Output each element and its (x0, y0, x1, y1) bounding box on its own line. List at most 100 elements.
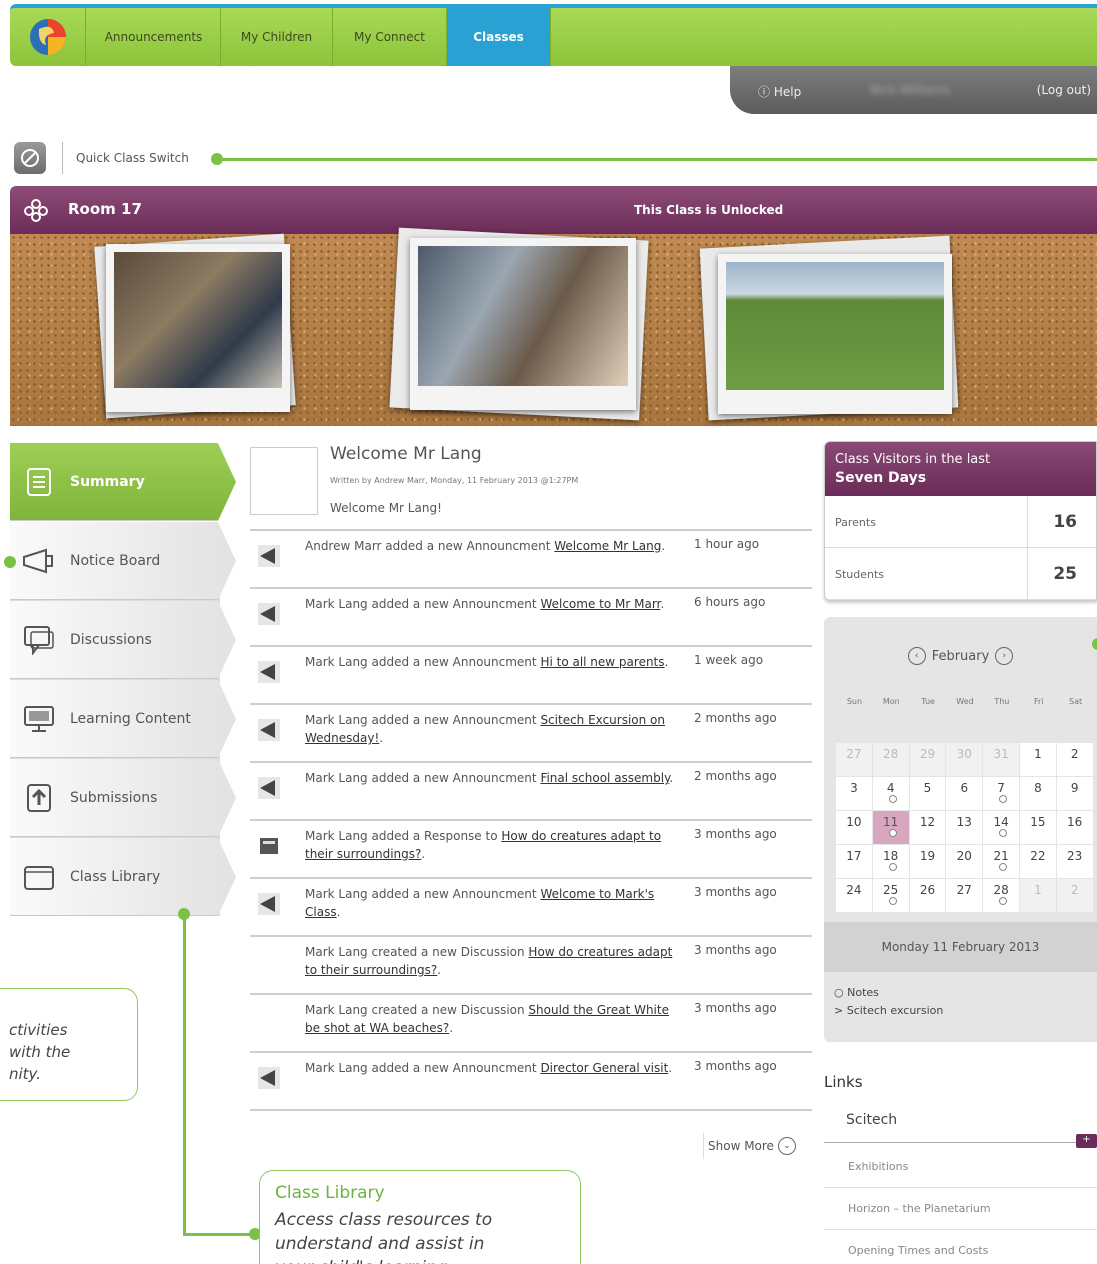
calendar-day[interactable]: 30 (946, 743, 983, 776)
class-lock-status: This Class is Unlocked (634, 203, 784, 217)
calendar-day[interactable]: 25 (872, 879, 909, 912)
feed-link[interactable]: Director General visit (540, 1061, 668, 1075)
calendar-day[interactable]: 14 (983, 811, 1019, 844)
calendar-day[interactable]: 20 (946, 845, 983, 878)
calendar-day[interactable]: 7 (983, 777, 1019, 810)
feed-item: Mark Lang added a Response to How do cre… (250, 821, 812, 879)
calendar-day[interactable]: 2 (1056, 879, 1093, 912)
calendar-day[interactable]: 31 (983, 743, 1019, 776)
calendar-day[interactable]: 29 (909, 743, 946, 776)
feed-link[interactable]: Hi to all new parents (540, 655, 664, 669)
day-number: 30 (956, 747, 972, 761)
sidebar-item-submissions[interactable]: Submissions (10, 759, 236, 837)
feed-item: Mark Lang added a new Announcment Hi to … (250, 647, 812, 705)
user-bar: ⓘ Help Nick Williams (Log out) (730, 66, 1097, 114)
feed-link[interactable]: Welcome Mr Lang (554, 539, 661, 553)
previous-month-icon[interactable]: ‹ (907, 647, 926, 665)
calendar-day[interactable]: 27 (836, 743, 872, 776)
announcement-icon (257, 892, 281, 916)
quick-switch-label[interactable]: Quick Class Switch (76, 151, 189, 165)
weekday-label: Sun (846, 697, 863, 706)
day-number: 20 (956, 849, 972, 863)
day-number: 25 (883, 883, 899, 897)
day-number: 28 (883, 747, 899, 761)
tab-my-connect[interactable]: My Connect (333, 8, 447, 66)
folder-icon (22, 860, 56, 894)
calendar-day[interactable]: 17 (836, 845, 872, 878)
post-title[interactable]: Welcome Mr Lang (330, 444, 482, 464)
announcement-icon (257, 718, 281, 742)
tab-my-children[interactable]: My Children (221, 8, 333, 66)
calendar-day[interactable]: 16 (1056, 811, 1093, 844)
calendar-day[interactable]: 2 (1056, 743, 1093, 776)
calendar-day[interactable]: 3 (836, 777, 872, 810)
tab-announcements[interactable]: Announcements (87, 8, 221, 66)
show-more-button[interactable]: Show More ⌄ (703, 1133, 811, 1159)
link-item[interactable]: Horizon – the Planetarium (824, 1188, 1097, 1230)
feed-text: Mark Lang added a new Announcment Direct… (305, 1059, 680, 1077)
feed-text: Mark Lang added a new Announcment Hi to … (305, 653, 680, 671)
calendar-day[interactable]: 8 (1019, 777, 1056, 810)
calendar-day[interactable]: 28 (872, 743, 909, 776)
feed-text-prefix: Mark Lang added a new Announcment (305, 597, 541, 611)
day-number: 21 (993, 849, 1009, 863)
document-icon (22, 465, 56, 499)
class-photo-board (10, 227, 1097, 426)
calendar-day[interactable]: 1 (1019, 879, 1056, 912)
day-number: 6 (960, 781, 969, 795)
author-avatar (250, 447, 318, 515)
sidebar-item-discussions[interactable]: Discussions (10, 601, 236, 679)
calendar-day[interactable]: 18 (872, 845, 909, 878)
event-marker-icon (999, 795, 1008, 803)
calendar-day[interactable]: 1 (1019, 743, 1056, 776)
tab-classes[interactable]: Classes (447, 8, 551, 66)
sidebar-item-learning-content[interactable]: Learning Content (10, 680, 236, 758)
calendar-day[interactable]: 27 (946, 879, 983, 912)
notes-item[interactable]: ○ Notes (834, 984, 943, 1002)
feed-text-suffix: . (379, 731, 384, 745)
next-month-icon[interactable]: › (995, 647, 1014, 665)
day-number: 11 (883, 815, 899, 829)
app-logo[interactable] (10, 8, 86, 66)
feed-text-suffix: . (664, 655, 669, 669)
feed-text-prefix: Mark Lang added a new Announcment (305, 771, 541, 785)
link-item[interactable]: Exhibitions (824, 1146, 1097, 1188)
switch-icon (21, 149, 39, 167)
feed-time: 1 hour ago (694, 537, 760, 551)
quick-switch-button[interactable] (14, 142, 46, 174)
event-item[interactable]: > Scitech excursion (834, 1002, 943, 1020)
weekday-label: Sat (1069, 697, 1083, 706)
callout-notice-board: ctivities with the nity. (0, 988, 138, 1101)
feed-text-prefix: Mark Lang added a new Announcment (305, 713, 541, 727)
calendar-day[interactable]: 9 (1056, 777, 1093, 810)
calendar-day[interactable]: 23 (1056, 845, 1093, 878)
calendar-day[interactable]: 22 (1019, 845, 1056, 878)
sidebar-item-summary[interactable]: Summary (10, 443, 236, 521)
feed-text: Mark Lang added a new Announcment Scitec… (305, 711, 680, 747)
feed-link[interactable]: Welcome to Mr Marr (540, 597, 660, 611)
calendar-day[interactable]: 26 (909, 879, 946, 912)
sidebar-item-class-library[interactable]: Class Library (10, 838, 236, 916)
calendar-day-selected[interactable]: 11 (872, 811, 909, 844)
help-link[interactable]: ⓘ Help (758, 83, 801, 100)
calendar-day[interactable]: 28 (983, 879, 1019, 912)
calendar-day[interactable]: 19 (909, 845, 946, 878)
calendar-day[interactable]: 5 (909, 777, 946, 810)
calendar-day[interactable]: 21 (983, 845, 1019, 878)
feed-text: Mark Lang added a new Announcment Welcom… (305, 595, 680, 613)
calendar-day[interactable]: 4 (872, 777, 909, 810)
event-marker-icon (888, 897, 897, 905)
calendar-day[interactable]: 15 (1019, 811, 1056, 844)
calendar-day[interactable]: 13 (946, 811, 983, 844)
link-item[interactable]: Opening Times and Costs (824, 1230, 1097, 1264)
calendar-day[interactable]: 10 (836, 811, 872, 844)
feed-link[interactable]: Final school assembly (540, 771, 669, 785)
logout-link[interactable]: (Log out) (1037, 83, 1091, 97)
calendar-day[interactable]: 24 (836, 879, 872, 912)
links-group-title[interactable]: Scitech (846, 1112, 897, 1128)
feed-item: Andrew Marr added a new Announcment Welc… (250, 531, 812, 589)
links-heading: Links (824, 1073, 863, 1091)
sidebar-item-notice-board[interactable]: Notice Board (10, 522, 236, 600)
calendar-day[interactable]: 12 (909, 811, 946, 844)
calendar-day[interactable]: 6 (946, 777, 983, 810)
